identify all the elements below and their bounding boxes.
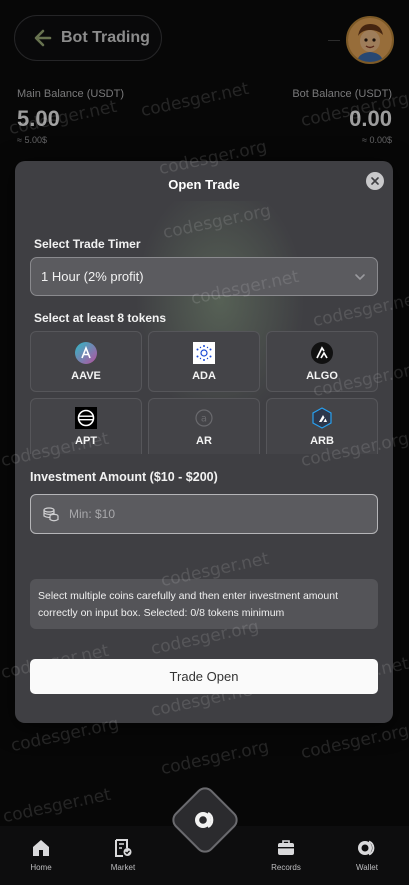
open-trade-modal: Open Trade Select Trade Timer 1 Hour (2%… (15, 161, 393, 723)
token-card-aave[interactable]: AAVE (30, 331, 142, 392)
token-card-apt[interactable]: APT (30, 398, 142, 454)
ar-icon: a (193, 407, 215, 429)
nav-item-home[interactable]: Home (11, 839, 71, 872)
token-name: APT (75, 434, 97, 447)
token-card-arb[interactable]: ARB (266, 398, 378, 454)
aave-icon (75, 341, 97, 364)
nav-label: Wallet (356, 863, 378, 872)
trade-open-button[interactable]: Trade Open (30, 659, 378, 694)
trade-timer-value: 1 Hour (2% profit) (41, 269, 144, 284)
modal-title: Open Trade (168, 177, 240, 192)
token-name: ALGO (306, 369, 338, 382)
token-name: AAVE (71, 369, 101, 382)
token-card-algo[interactable]: ALGO (266, 331, 378, 392)
token-name: AR (196, 434, 212, 447)
timer-label: Select Trade Timer (34, 237, 141, 251)
bot-trade-icon (195, 811, 214, 829)
token-name: ARB (310, 434, 334, 447)
home-icon (33, 840, 49, 856)
nav-item-wallet[interactable]: Wallet (337, 839, 397, 872)
nav-item-market[interactable]: Market (93, 839, 153, 872)
nav-label: Market (110, 863, 136, 872)
investment-label: Investment Amount ($10 - $200) (30, 470, 218, 484)
token-card-ar[interactable]: a AR (148, 398, 260, 454)
token-card-ada[interactable]: ADA (148, 331, 260, 392)
tokens-label: Select at least 8 tokens (34, 311, 167, 325)
market-icon (115, 839, 132, 857)
trade-timer-select[interactable]: 1 Hour (2% profit) (30, 257, 378, 296)
chevron-down-icon (355, 274, 365, 281)
records-icon (278, 840, 294, 855)
close-button[interactable] (366, 172, 384, 190)
investment-input[interactable] (69, 507, 349, 521)
token-grid: AAVE ADA ALGO APT a AR ARB (30, 331, 378, 454)
nav-item-records[interactable]: Records (256, 839, 316, 872)
arb-icon (311, 406, 333, 429)
nav-label: Records (271, 863, 301, 872)
token-name: ADA (192, 369, 216, 382)
ada-icon (193, 341, 215, 364)
investment-field[interactable] (30, 494, 378, 534)
nav-label: Home (30, 863, 52, 872)
coins-icon (43, 507, 59, 522)
selection-notice: Select multiple coins carefully and then… (30, 579, 378, 629)
wallet-icon (358, 840, 375, 856)
close-icon (371, 177, 379, 185)
svg-text:a: a (201, 413, 207, 424)
apt-icon (75, 406, 97, 429)
algo-icon (311, 341, 333, 364)
